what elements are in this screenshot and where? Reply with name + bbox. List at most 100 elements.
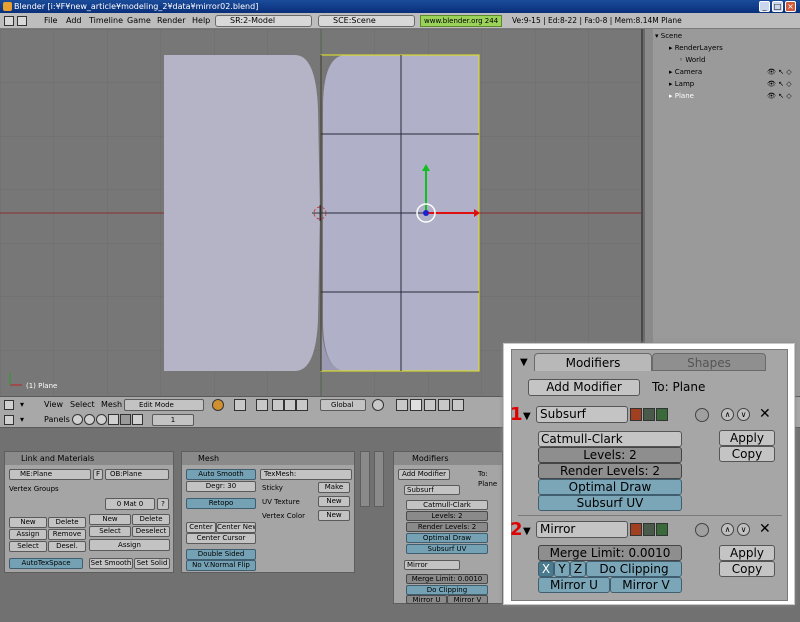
auto-smooth-toggle[interactable]: Auto Smooth <box>186 469 256 480</box>
window-type-icon[interactable] <box>4 415 14 425</box>
center-cursor-button[interactable]: Center Cursor <box>186 533 256 544</box>
minimize-button[interactable]: _ <box>759 1 770 12</box>
mesh-name-field[interactable]: ME:Plane <box>9 469 91 480</box>
edge-select-icon[interactable] <box>410 399 422 411</box>
copy-button[interactable]: Copy <box>719 561 775 577</box>
texmesh-field[interactable]: TexMesh: <box>260 469 352 480</box>
subsurf-name-small[interactable]: Subsurf <box>404 485 460 495</box>
menu-mesh[interactable]: Mesh <box>101 400 122 410</box>
menu-game[interactable]: Game <box>127 15 151 27</box>
menu-timeline[interactable]: Timeline <box>89 15 123 27</box>
menu-file[interactable]: File <box>44 15 57 27</box>
render-levels-small[interactable]: Render Levels: 2 <box>406 522 488 532</box>
center-new-button[interactable]: Center New <box>216 522 256 533</box>
material-index[interactable]: 0 Mat 0 <box>105 498 155 510</box>
collapse-icon[interactable] <box>17 16 27 26</box>
cage-toggle-icon[interactable] <box>695 408 709 422</box>
apply-button[interactable]: Apply <box>719 430 775 446</box>
material-deselect-button[interactable]: Deselect <box>132 526 170 537</box>
axis-toggles-small[interactable]: Do Clipping <box>406 585 488 595</box>
scene-context-icon[interactable] <box>132 414 143 425</box>
retopo-toggle[interactable]: Retopo <box>186 498 256 509</box>
orientation-selector[interactable]: Global <box>320 399 366 411</box>
no-vnormal-flip-toggle[interactable]: No V.Normal Flip <box>186 560 256 571</box>
object-name-field[interactable]: OB:Plane <box>105 469 169 480</box>
move-up-icon[interactable]: ∧ <box>721 408 734 421</box>
www-link[interactable]: www.blender.org 244 <box>420 15 503 27</box>
material-select-button[interactable]: Select <box>89 526 131 537</box>
add-modifier-button[interactable]: Add Modifier <box>528 379 640 396</box>
material-assign-button[interactable]: Assign <box>89 539 170 551</box>
vgroup-new-button[interactable]: New <box>9 517 47 528</box>
outliner[interactable]: ▾ Scene ▸ RenderLayers ◦ World ▸ Camera … <box>645 29 800 396</box>
optimal-draw-small[interactable]: Optimal Draw <box>406 533 488 543</box>
menu-select[interactable]: Select <box>70 400 95 410</box>
delete-modifier-icon[interactable]: ✕ <box>759 522 771 537</box>
editmode-toggle-icon[interactable] <box>656 408 668 421</box>
collapsed-panel-tab[interactable] <box>374 451 384 507</box>
autotexspace-toggle[interactable]: AutoTexSpace <box>9 558 83 569</box>
vertex-select-icon[interactable] <box>396 399 408 411</box>
collapse-arrow-icon[interactable]: ▼ <box>523 409 531 424</box>
maximize-button[interactable]: □ <box>772 1 783 12</box>
tab-modifiers[interactable]: Modifiers <box>534 353 652 371</box>
outliner-camera[interactable]: ▸ Camera <box>669 67 702 77</box>
window-type-icon[interactable] <box>4 400 14 410</box>
menu-add[interactable]: Add <box>66 15 82 27</box>
occlude-icon[interactable] <box>438 399 450 411</box>
move-up-icon[interactable]: ∧ <box>721 523 734 536</box>
face-select-icon[interactable] <box>424 399 436 411</box>
add-modifier-button-small[interactable]: Add Modifier <box>398 469 450 480</box>
center-button[interactable]: Center <box>186 522 216 533</box>
material-help-button[interactable]: ? <box>157 498 169 510</box>
degree-field[interactable]: Degr: 30 <box>186 481 256 492</box>
render-toggle-icon[interactable] <box>630 523 642 536</box>
rotate-icon[interactable] <box>296 399 308 411</box>
collapse-icon[interactable]: ▾ <box>20 400 24 410</box>
translate-icon[interactable] <box>284 399 296 411</box>
set-smooth-button[interactable]: Set Smooth <box>89 558 133 569</box>
double-sided-toggle[interactable]: Double Sided <box>186 549 256 560</box>
panel-title[interactable]: Modifiers <box>394 452 502 465</box>
close-button[interactable]: × <box>785 1 796 12</box>
window-type-icon[interactable] <box>4 16 14 26</box>
editing-context-icon[interactable] <box>120 414 131 425</box>
visibility-icon[interactable]: 👁 ↖ ◇ <box>767 67 792 77</box>
3d-viewport[interactable]: (1) Plane <box>0 29 643 396</box>
axis-y-toggle[interactable]: Y <box>554 561 570 577</box>
collapse-arrow-icon[interactable]: ▼ <box>523 524 531 539</box>
frame-field[interactable]: 1 <box>152 414 194 426</box>
set-solid-button[interactable]: Set Solid <box>134 558 170 569</box>
material-delete-button[interactable]: Delete <box>132 514 170 525</box>
collapse-arrow-icon[interactable]: ▼ <box>520 355 528 370</box>
mirror-u-small[interactable]: Mirror U <box>406 595 447 604</box>
menu-render[interactable]: Render <box>157 15 185 27</box>
subsurf-uv-small[interactable]: Subsurf UV <box>406 544 488 554</box>
vgroup-deselect-button[interactable]: Desel. <box>48 541 86 552</box>
render-toggle-icon[interactable] <box>630 408 642 421</box>
draw-type-icon[interactable] <box>212 399 224 411</box>
tab-shapes[interactable]: Shapes <box>652 353 766 371</box>
delete-modifier-icon[interactable]: ✕ <box>759 407 771 422</box>
proportional-icon[interactable] <box>372 399 384 411</box>
levels-small[interactable]: Levels: 2 <box>406 511 488 521</box>
object-context-icon[interactable] <box>108 414 119 425</box>
mirror-name-small[interactable]: Mirror <box>404 560 460 570</box>
render-icon[interactable] <box>452 399 464 411</box>
apply-button[interactable]: Apply <box>719 545 775 561</box>
merge-limit-field[interactable]: Merge Limit: 0.0010 <box>538 545 682 561</box>
do-clipping-toggle[interactable]: Do Clipping <box>586 561 682 577</box>
screen-selector[interactable]: SR:2-Model <box>215 15 312 27</box>
subsurf-name-field[interactable]: Subsurf <box>536 406 628 423</box>
mirror-v-small[interactable]: Mirror V <box>447 595 488 604</box>
copy-button[interactable]: Copy <box>719 446 775 462</box>
fake-user-toggle[interactable]: F <box>93 469 103 480</box>
move-down-icon[interactable]: ∨ <box>737 523 750 536</box>
subsurf-uv-toggle[interactable]: Subsurf UV <box>538 495 682 511</box>
catmull-small[interactable]: Catmull-Clark <box>406 500 488 510</box>
mirror-u-toggle[interactable]: Mirror U <box>538 577 610 593</box>
move-down-icon[interactable]: ∨ <box>737 408 750 421</box>
merge-limit-small[interactable]: Merge Limit: 0.0010 <box>406 574 488 584</box>
render-levels-field[interactable]: Render Levels: 2 <box>538 463 682 479</box>
outliner-scene[interactable]: ▾ Scene <box>655 31 682 41</box>
